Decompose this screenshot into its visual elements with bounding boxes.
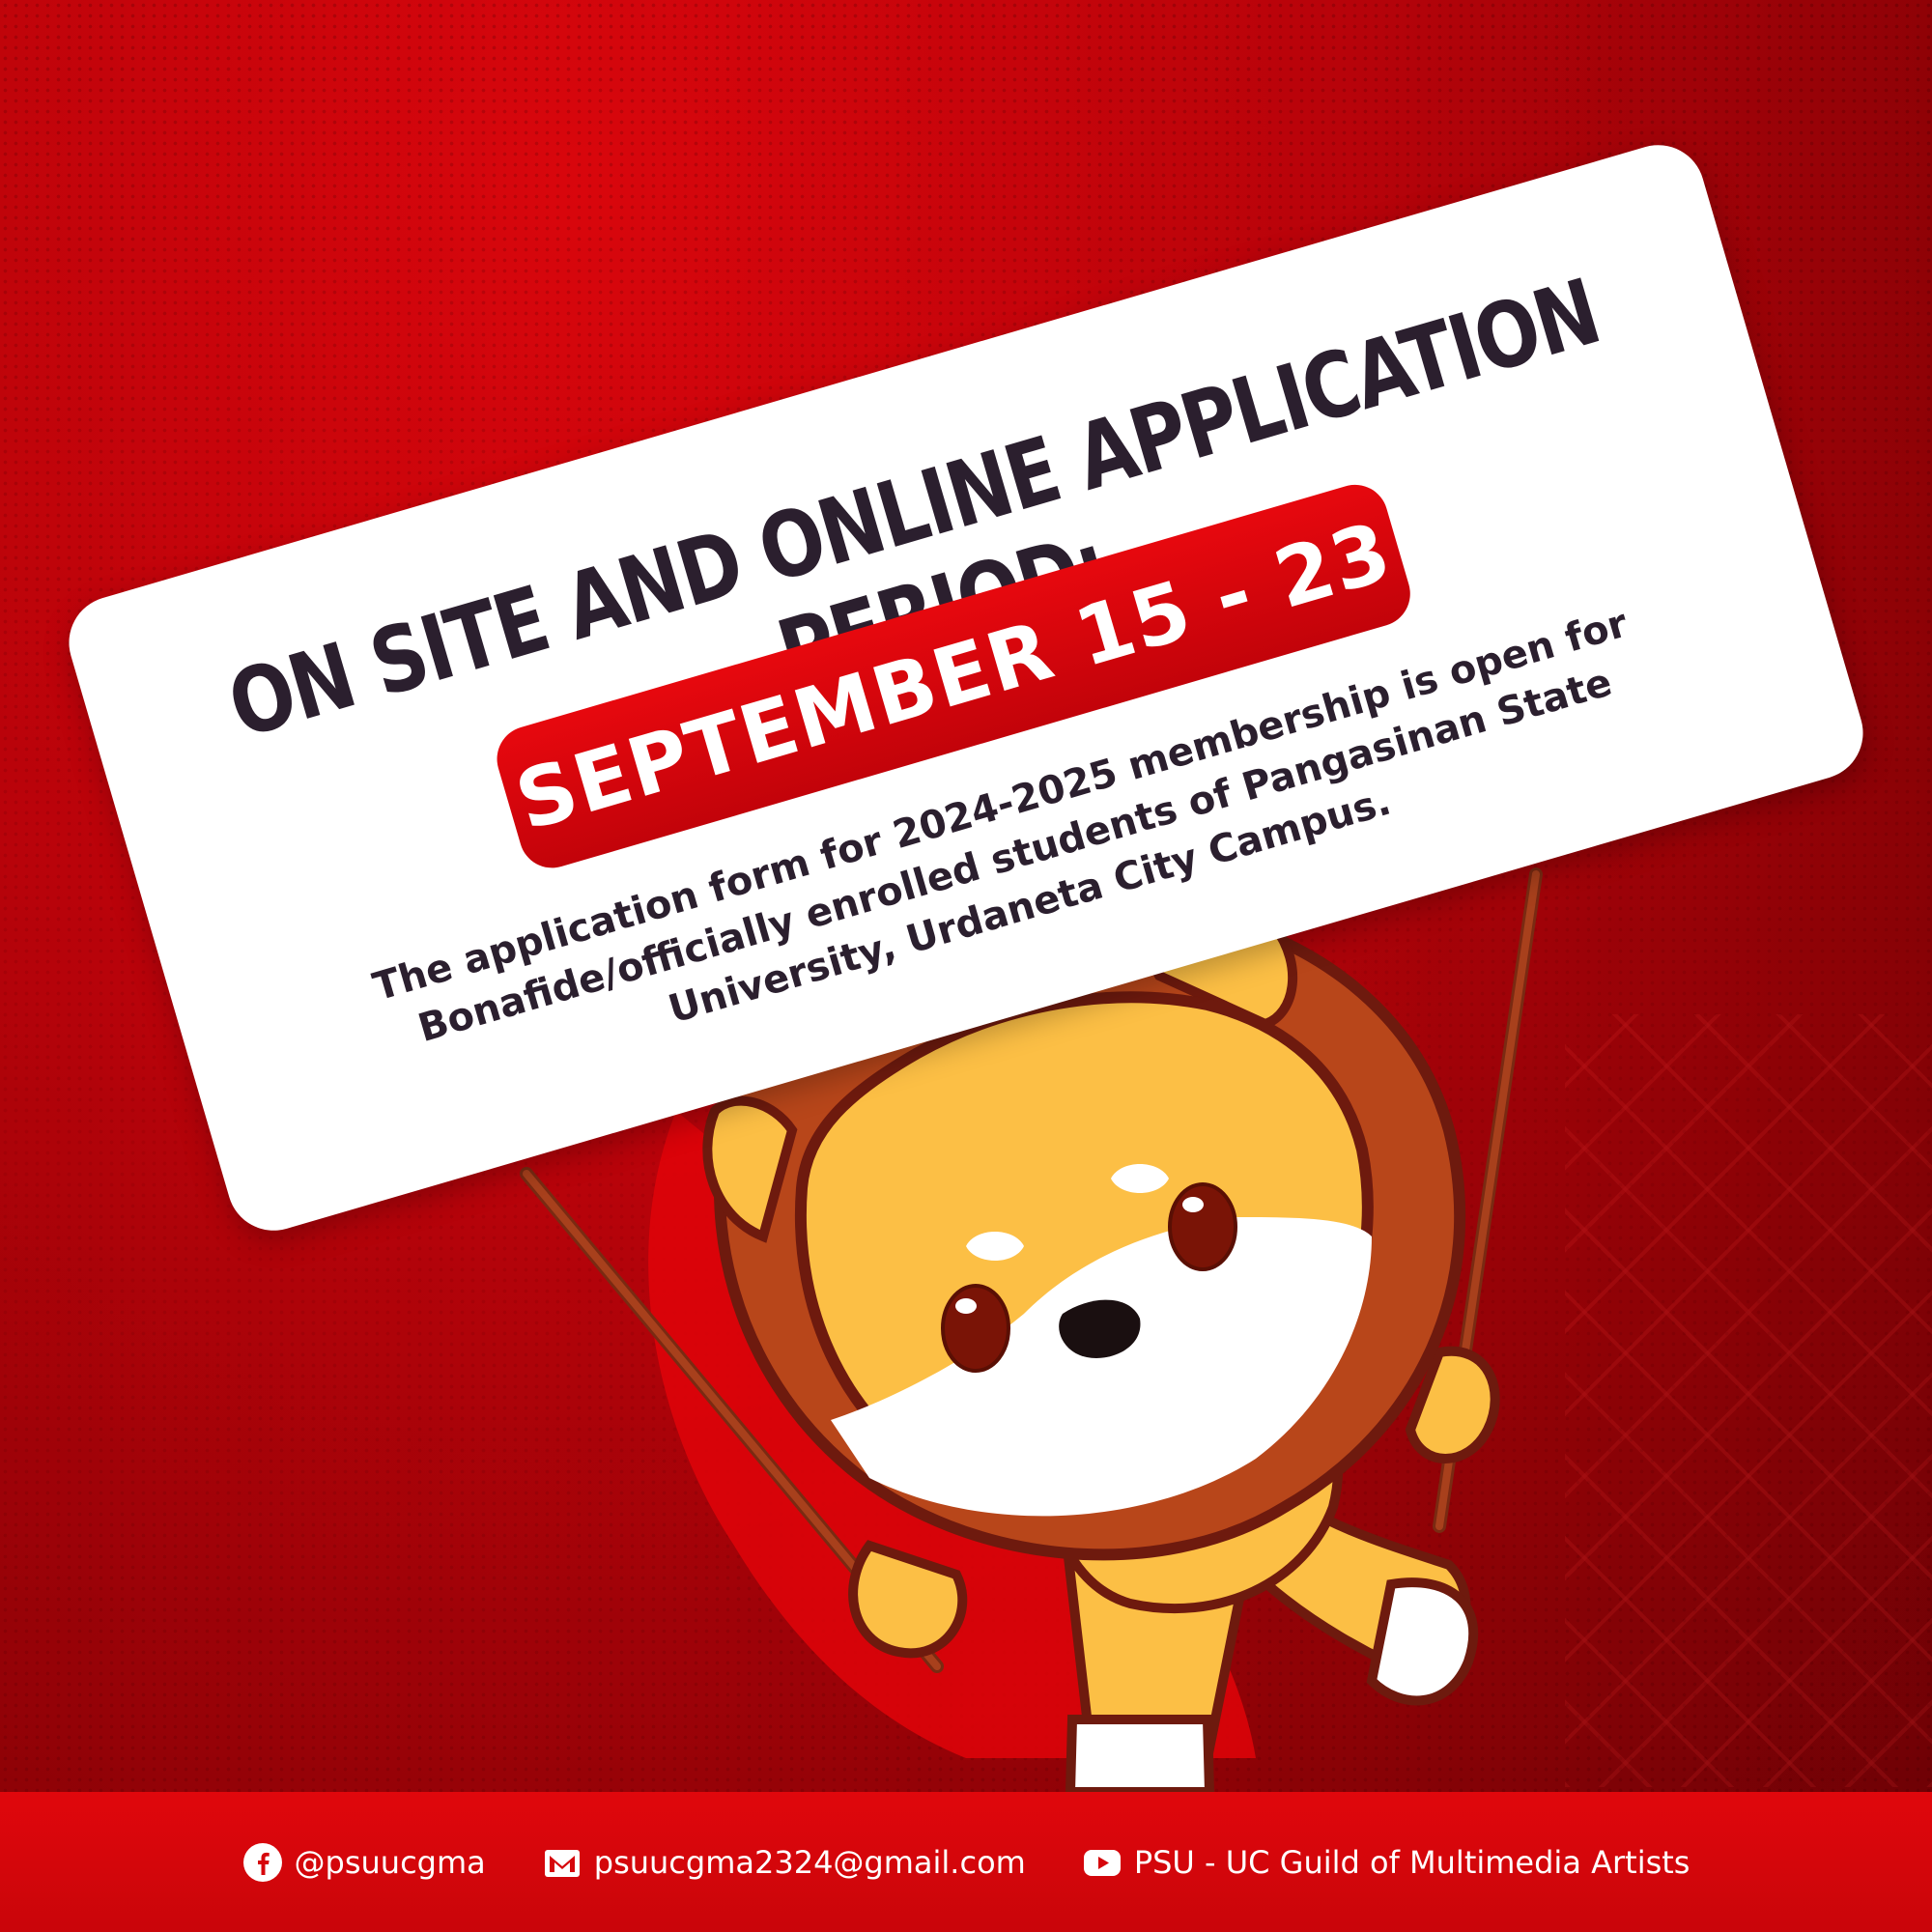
facebook-handle: @psuucgma xyxy=(294,1843,486,1881)
footer-facebook[interactable]: @psuucgma xyxy=(242,1842,486,1883)
footer-youtube[interactable]: PSU - UC Guild of Multimedia Artists xyxy=(1082,1842,1690,1883)
facebook-icon xyxy=(242,1842,282,1882)
mail-icon xyxy=(544,1849,580,1877)
youtube-channel: PSU - UC Guild of Multimedia Artists xyxy=(1133,1843,1690,1881)
youtube-icon xyxy=(1083,1849,1121,1876)
footer-bar: @psuucgma psuucgma2324@gmail.com PSU - U… xyxy=(0,1792,1932,1932)
footer-email[interactable]: psuucgma2324@gmail.com xyxy=(542,1842,1026,1883)
email-address: psuucgma2324@gmail.com xyxy=(593,1843,1026,1881)
